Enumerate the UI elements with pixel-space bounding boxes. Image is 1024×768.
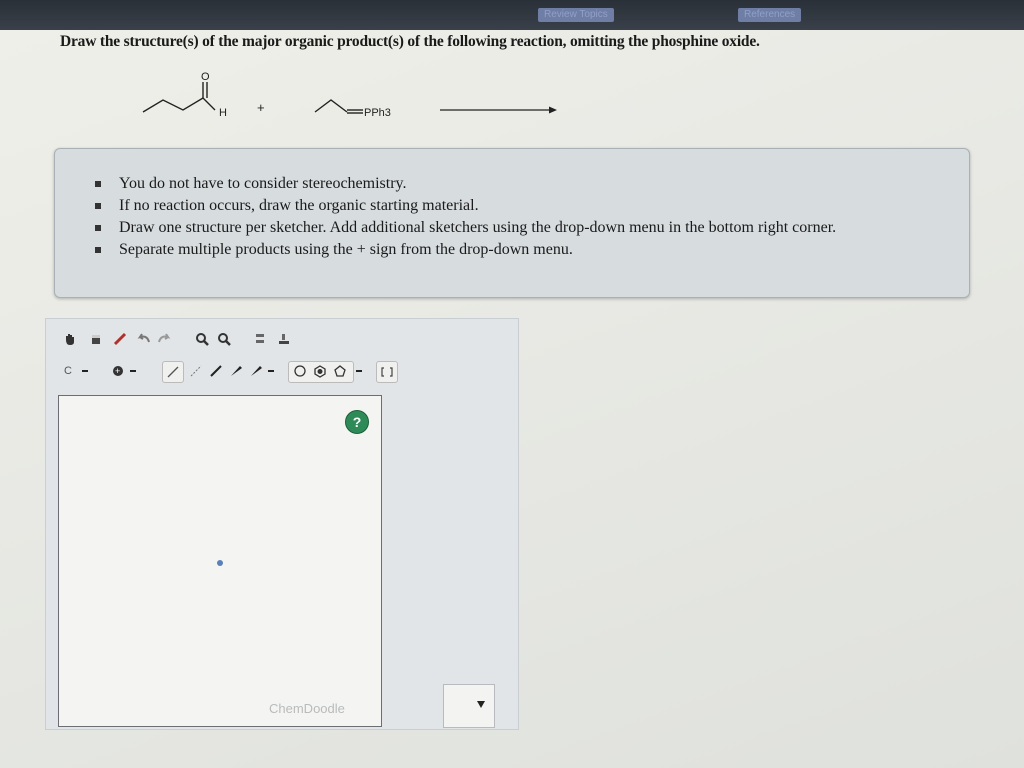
redo-icon[interactable] bbox=[154, 329, 174, 349]
instruction-item: If no reaction occurs, draw the organic … bbox=[95, 195, 836, 217]
instruction-item: Separate multiple products using the + s… bbox=[95, 239, 836, 261]
bullet-icon bbox=[95, 247, 101, 253]
undo-icon[interactable] bbox=[134, 329, 154, 349]
svg-text:+: + bbox=[115, 366, 120, 376]
zoom-in-icon[interactable] bbox=[192, 329, 212, 349]
chemdoodle-sketcher: C + ? ChemDoodle bbox=[45, 318, 519, 730]
instructions-box: You do not have to consider stereochemis… bbox=[54, 148, 970, 298]
instruction-item: You do not have to consider stereochemis… bbox=[95, 173, 836, 195]
sketcher-toolbar-bottom: C + bbox=[46, 361, 518, 389]
add-sketcher-dropdown[interactable] bbox=[443, 684, 495, 728]
center-icon[interactable] bbox=[250, 329, 270, 349]
reaction-arrowhead bbox=[549, 106, 557, 114]
ring-cyclohexane-icon[interactable] bbox=[290, 361, 310, 381]
drawing-canvas[interactable]: ? ChemDoodle bbox=[58, 395, 382, 727]
chevron-down-icon[interactable] bbox=[128, 361, 138, 381]
plus-sign: + bbox=[257, 100, 265, 115]
element-c-button[interactable]: C bbox=[60, 361, 76, 381]
chemdoodle-watermark: ChemDoodle bbox=[269, 701, 345, 716]
help-button[interactable]: ? bbox=[345, 410, 369, 434]
bold-bond-icon[interactable] bbox=[246, 361, 266, 381]
clear-icon[interactable] bbox=[274, 329, 294, 349]
triple-bond-icon[interactable] bbox=[226, 361, 246, 381]
double-bond-icon[interactable] bbox=[206, 361, 226, 381]
eraser-icon[interactable] bbox=[86, 329, 106, 349]
chevron-down-icon bbox=[477, 701, 485, 708]
bracket-icon[interactable] bbox=[376, 361, 398, 383]
references-link[interactable]: References bbox=[738, 8, 802, 22]
chevron-down-icon[interactable] bbox=[266, 361, 276, 381]
ylide-chain bbox=[314, 99, 348, 113]
question-page: Draw the structure(s) of the major organ… bbox=[0, 30, 1024, 768]
bullet-icon bbox=[95, 181, 101, 187]
pencil-icon[interactable] bbox=[110, 329, 130, 349]
wedge-bond-icon[interactable] bbox=[186, 361, 206, 381]
oxygen-label: O bbox=[201, 71, 210, 83]
cursor-dot bbox=[217, 560, 223, 566]
bullet-icon bbox=[95, 225, 101, 231]
ylide-label: PPh3 bbox=[364, 107, 391, 119]
instructions-list: You do not have to consider stereochemis… bbox=[95, 173, 836, 261]
aldehyde-chain bbox=[142, 97, 216, 113]
review-topics-link[interactable]: Review Topics bbox=[538, 8, 614, 22]
ring-pentagon-icon[interactable] bbox=[330, 361, 350, 381]
reaction-scheme: O H + PPh3 bbox=[142, 71, 557, 119]
sketcher-toolbar-top bbox=[46, 329, 518, 357]
hand-icon[interactable] bbox=[60, 329, 80, 349]
question-prompt: Draw the structure(s) of the major organ… bbox=[60, 33, 760, 50]
chevron-down-icon[interactable] bbox=[354, 361, 364, 381]
charge-icon[interactable]: + bbox=[108, 361, 128, 381]
single-bond-icon[interactable] bbox=[162, 361, 184, 383]
instruction-item: Draw one structure per sketcher. Add add… bbox=[95, 217, 836, 239]
chevron-down-icon[interactable] bbox=[80, 361, 90, 381]
top-bar: Review Topics References bbox=[0, 0, 1024, 30]
hydrogen-label: H bbox=[219, 107, 227, 119]
zoom-out-icon[interactable] bbox=[214, 329, 234, 349]
ring-benzene-icon[interactable] bbox=[310, 361, 330, 381]
bullet-icon bbox=[95, 203, 101, 209]
